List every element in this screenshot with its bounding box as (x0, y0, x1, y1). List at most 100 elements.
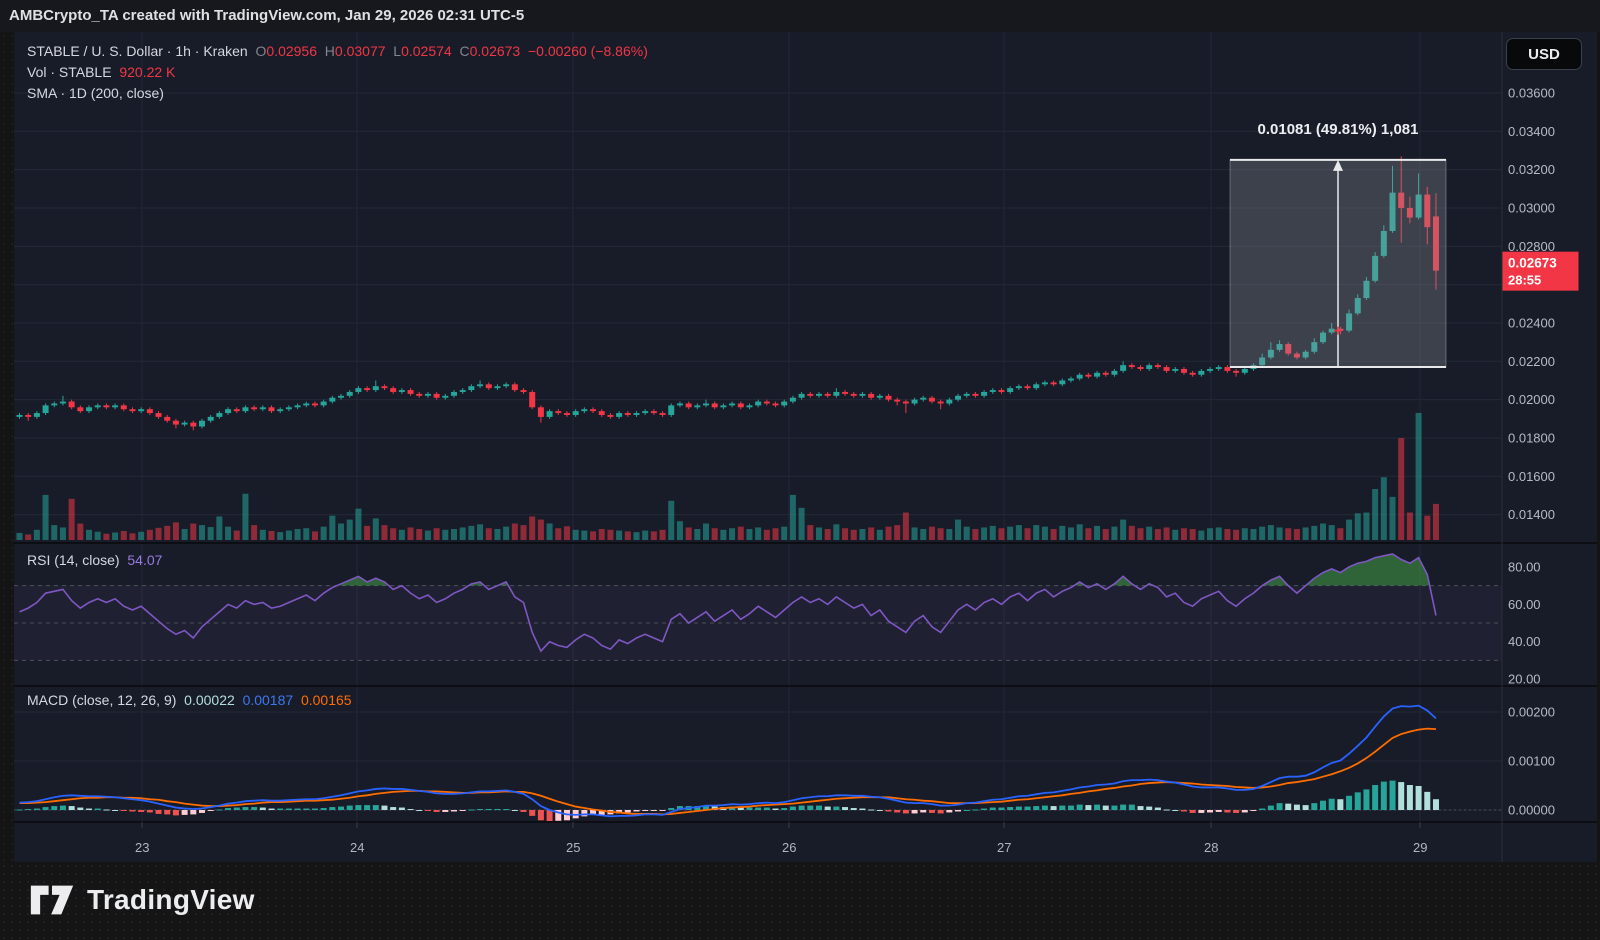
macd-histogram-bar (25, 809, 31, 810)
macd-histogram-bar (1277, 803, 1283, 810)
candle-body (390, 388, 396, 392)
candle-body (642, 411, 648, 413)
macd-histogram-bar (1285, 804, 1291, 810)
macd-histogram-bar (242, 807, 248, 810)
currency-button[interactable]: USD (1506, 38, 1582, 70)
macd-histogram-bar (1077, 805, 1083, 810)
symbol-legend[interactable]: STABLE / U. S. Dollar · 1h · Kraken O0.0… (27, 43, 648, 59)
tradingview-logo[interactable]: TradingView (30, 882, 255, 918)
volume-bar (147, 530, 153, 540)
candle-body (538, 407, 544, 417)
candle-body (1103, 373, 1109, 375)
macd-histogram-bar (1337, 799, 1343, 810)
macd-histogram-bar (1259, 809, 1265, 810)
macd-histogram-bar (408, 809, 414, 810)
candle-body (138, 409, 144, 411)
volume-bar (468, 526, 474, 540)
volume-bar (1233, 530, 1239, 540)
macd-histogram-bar (825, 807, 831, 810)
candle-body (1068, 379, 1074, 381)
candle-body (633, 413, 639, 415)
candle-body (764, 402, 770, 404)
macd-histogram-bar (1181, 810, 1187, 811)
volume-bar (851, 530, 857, 540)
candle-body (651, 411, 657, 413)
price-axis-label: 0.03200 (1508, 162, 1555, 177)
measure-tool-overlay[interactable] (1230, 160, 1446, 367)
volume-bar (1216, 527, 1222, 540)
volume-bar (129, 533, 135, 540)
volume-bar (755, 527, 761, 540)
volume-bar (660, 530, 666, 540)
price-axis-label: 0.01400 (1508, 507, 1555, 522)
volume-bar (182, 529, 188, 540)
rsi-axis-label: 20.00 (1508, 672, 1541, 687)
macd-histogram-bar (1059, 806, 1065, 810)
volume-bar (651, 531, 657, 540)
volume-bar (886, 527, 892, 540)
volume-bar (77, 524, 83, 540)
macd-histogram-bar (95, 809, 101, 810)
volume-bar (17, 533, 23, 540)
volume-bar (825, 529, 831, 540)
macd-histogram-bar (1372, 785, 1378, 810)
candle-body (972, 394, 978, 396)
macd-histogram-bar (138, 810, 144, 812)
candle-body (1155, 365, 1161, 367)
volume-bar (1433, 504, 1439, 540)
macd-histogram-bar (755, 808, 761, 810)
candle-body (321, 402, 327, 406)
macd-histogram-bar (1311, 803, 1317, 810)
candle-body (1007, 388, 1013, 392)
candle-body (720, 405, 726, 407)
macd-histogram-bar (460, 810, 466, 811)
volume-bar (912, 527, 918, 540)
macd-axis-label: 0.00200 (1508, 705, 1555, 720)
time-axis-label: 29 (1413, 840, 1427, 855)
rsi-value: 54.07 (127, 552, 162, 568)
sma-legend[interactable]: SMA · 1D (200, close) (27, 85, 164, 101)
volume-bar (1285, 528, 1291, 540)
macd-histogram-bar (1294, 805, 1300, 810)
volume-bar (964, 527, 970, 540)
candle-body (920, 398, 926, 400)
volume-legend[interactable]: Vol · STABLE 920.22 K (27, 64, 175, 80)
candle-body (547, 411, 553, 417)
volume-bar (1077, 524, 1083, 540)
volume-bar (1068, 527, 1074, 540)
candle-body (686, 403, 692, 407)
close-value: 0.02673 (470, 43, 521, 59)
macd-histogram-bar (373, 805, 379, 810)
macd-histogram-bar (929, 810, 935, 813)
volume-bar (1059, 526, 1065, 540)
volume-bar (1303, 527, 1309, 540)
macd-histogram-bar (43, 807, 49, 810)
volume-bar (1181, 528, 1187, 540)
candle-body (216, 413, 222, 417)
macd-histogram-bar (972, 810, 978, 811)
chart-canvas[interactable]: 0.036000.034000.032000.030000.028000.024… (0, 0, 1600, 940)
volume-bar (1172, 530, 1178, 540)
macd-histogram-bar (1416, 786, 1422, 810)
volume-bar (260, 530, 266, 540)
candle-body (1094, 373, 1100, 377)
candle-body (807, 394, 813, 396)
macd-legend[interactable]: MACD (close, 12, 26, 9) 0.00022 0.00187 … (27, 692, 352, 708)
macd-histogram-bar (1346, 796, 1352, 810)
candle-body (694, 405, 700, 407)
volume-bar (1103, 529, 1109, 540)
candle-body (1059, 380, 1065, 384)
macd-axis-label: 0.00100 (1508, 754, 1555, 769)
candle-body (712, 403, 718, 407)
macd-histogram-bar (1042, 806, 1048, 810)
symbol-title[interactable]: STABLE / U. S. Dollar · 1h · Kraken (27, 43, 248, 59)
candle-body (338, 396, 344, 398)
volume-bar (903, 513, 909, 540)
candle-body (912, 400, 918, 404)
rsi-legend[interactable]: RSI (14, close) 54.07 (27, 552, 162, 568)
time-axis-label: 26 (782, 840, 796, 855)
candle-body (147, 409, 153, 413)
macd-histogram-bar (277, 809, 283, 810)
macd-histogram-bar (1355, 792, 1361, 810)
price-axis-label: 0.03000 (1508, 200, 1555, 215)
